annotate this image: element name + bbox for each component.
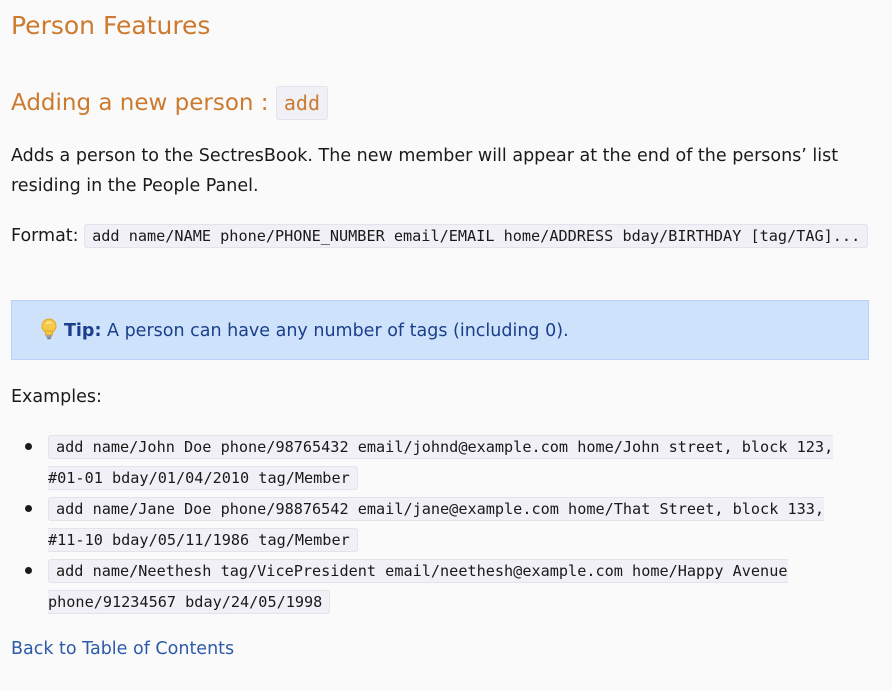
section-heading: Adding a new person : add [11,86,328,120]
bullet-icon [25,505,32,512]
page-title: Person Features [11,11,211,40]
example-code: add name/John Doe phone/98765432 email/j… [48,435,834,490]
bullet-icon [25,567,32,574]
example-code: add name/Neethesh tag/VicePresident emai… [48,559,788,614]
tip-text: A person can have any number of tags (in… [101,321,569,341]
lightbulb-icon [40,318,58,340]
format-code: add name/NAME phone/PHONE_NUMBER email/E… [84,224,869,248]
section-heading-text: Adding a new person : [11,90,276,116]
bullet-icon [25,443,32,450]
back-to-toc-link[interactable]: Back to Table of Contents [11,635,234,663]
tip-label: Tip: [64,321,102,341]
format-line: Format: add name/NAME phone/PHONE_NUMBER… [11,221,871,252]
tip-content: Tip: A person can have any number of tag… [40,318,569,341]
list-item: add name/Neethesh tag/VicePresident emai… [25,556,868,618]
list-item: add name/Jane Doe phone/98876542 email/j… [25,494,868,556]
tip-callout: Tip: A person can have any number of tag… [11,300,869,360]
format-label: Format: [11,226,85,246]
example-code: add name/Jane Doe phone/98876542 email/j… [48,497,825,552]
section-command-code: add [275,86,328,120]
examples-list: add name/John Doe phone/98765432 email/j… [11,432,868,618]
examples-label: Examples: [11,387,102,407]
list-item: add name/John Doe phone/98765432 email/j… [25,432,868,494]
command-description: Adds a person to the SectresBook. The ne… [11,146,839,196]
document-page: Person Features Adding a new person : ad… [0,0,892,690]
